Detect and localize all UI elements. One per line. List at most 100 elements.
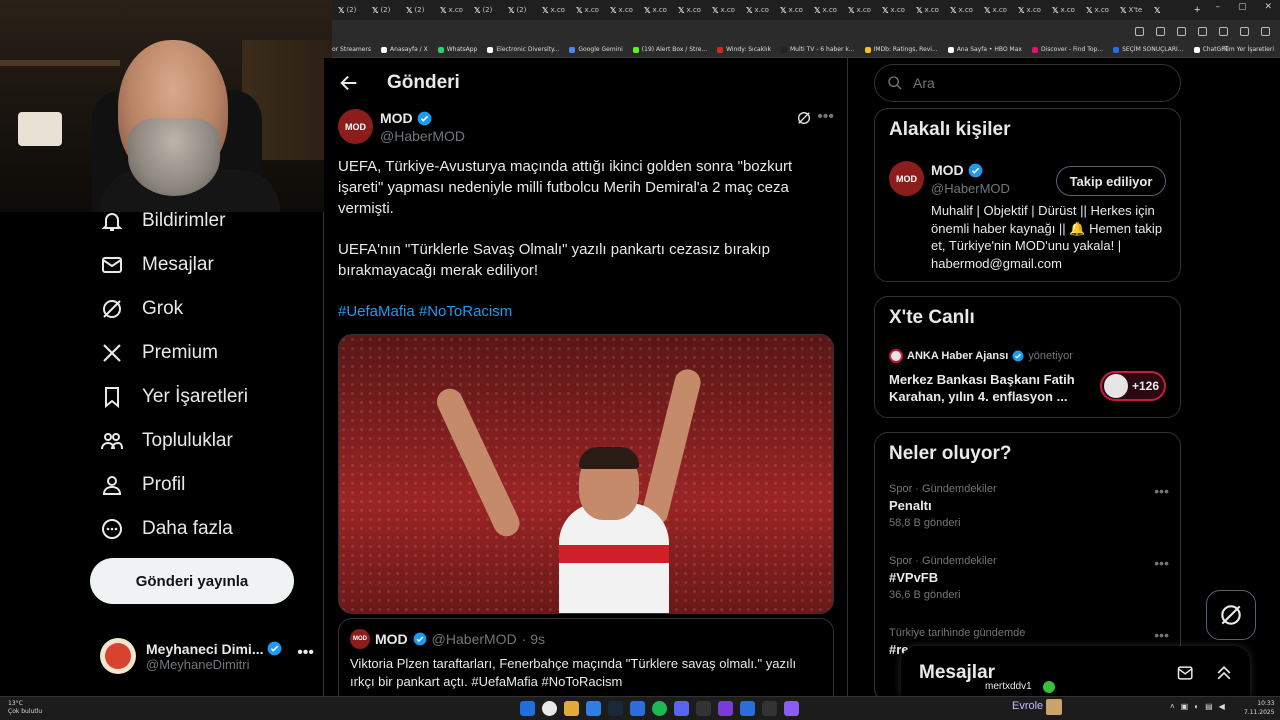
app-icon[interactable] <box>630 701 645 716</box>
browser-tab[interactable]: 𝕏x.co <box>1086 2 1120 18</box>
close-icon[interactable]: ✕ <box>1264 2 1272 12</box>
browser-tab[interactable]: 𝕏x.co <box>610 2 644 18</box>
extensions-icon[interactable] <box>1219 26 1228 36</box>
steam-icon[interactable] <box>608 701 623 716</box>
bookmark-item[interactable]: (19) Alert Box / Stre... <box>632 46 707 53</box>
new-message-icon[interactable] <box>1176 663 1196 683</box>
avatar[interactable]: MOD <box>338 109 373 144</box>
avatar[interactable]: MOD <box>889 161 924 196</box>
nav-item-premium[interactable]: Premium <box>100 338 218 368</box>
more-icon[interactable]: ••• <box>1154 483 1169 499</box>
zoom-icon[interactable] <box>1156 26 1165 36</box>
author-name[interactable]: MOD <box>380 110 413 126</box>
nav-item-topluluklar[interactable]: Topluluklar <box>100 426 233 456</box>
browser-tab[interactable]: 𝕏 (2) <box>508 2 542 18</box>
browser-tab[interactable]: 𝕏x.co <box>848 2 882 18</box>
bookmark-item[interactable]: IMDb: Ratings, Revi... <box>864 46 938 53</box>
author-handle[interactable]: @HaberMOD <box>380 128 465 144</box>
back-arrow-icon[interactable] <box>338 72 360 94</box>
search-input[interactable] <box>913 75 1173 91</box>
all-bookmarks-button[interactable]: Tüm Yer İşaretleri <box>1222 46 1274 53</box>
more-icon[interactable]: ••• <box>297 644 314 662</box>
post-hashtags[interactable]: #UefaMafia #NoToRacism <box>338 301 808 322</box>
browser-tab[interactable]: 𝕏x.co <box>780 2 814 18</box>
discord-icon[interactable] <box>674 701 689 716</box>
minimize-icon[interactable]: – <box>1215 2 1220 12</box>
messages-drawer[interactable]: Mesajlar <box>901 646 1250 696</box>
cast-icon[interactable] <box>1135 26 1144 36</box>
system-tray[interactable]: ˄ ▣ ◐ ▤ ◀ <box>1170 702 1225 711</box>
browser-tab[interactable]: 𝕏x.co <box>440 2 474 18</box>
bookmark-item[interactable]: SEÇİM SONUÇLARI... <box>1113 46 1184 53</box>
browser-tab[interactable]: 𝕏 (2) <box>372 2 406 18</box>
nav-item-daha-fazla[interactable]: Daha fazla <box>100 514 233 544</box>
search-box[interactable] <box>874 64 1181 102</box>
browser-tab[interactable]: 𝕏x.co <box>814 2 848 18</box>
more-icon[interactable]: ••• <box>1154 627 1169 643</box>
bookmark-item[interactable]: Ana Sayfa • HBO Max <box>947 46 1022 53</box>
browser-tab[interactable]: 𝕏x.co <box>916 2 950 18</box>
bookmark-item[interactable]: WhatsApp <box>437 46 477 53</box>
browser-tab[interactable]: 𝕏x.co <box>746 2 780 18</box>
browser-tab[interactable]: 𝕏 (2) <box>406 2 440 18</box>
browser-tab[interactable]: 𝕏 (2) <box>338 2 372 18</box>
browser-tab[interactable]: 𝕏 (2) <box>474 2 508 18</box>
bookmark-item[interactable]: Anasayfa / X <box>381 46 428 53</box>
grok-icon[interactable] <box>796 110 812 126</box>
live-card[interactable]: X'te Canlı ANKA Haber Ajansı yönetiyor M… <box>874 296 1181 418</box>
expand-icon[interactable] <box>1214 663 1234 683</box>
weather-widget[interactable]: 13°C Çok bulutlu <box>8 700 42 716</box>
browser-tab[interactable]: 𝕏x.co <box>678 2 712 18</box>
trend-item[interactable]: Spor · Gündemdekiler Penaltı 58,8 B gönder… <box>889 483 1169 529</box>
browser-tab[interactable]: 𝕏x.co <box>1018 2 1052 18</box>
menu-icon[interactable] <box>1261 26 1270 36</box>
profile-icon[interactable] <box>1240 26 1249 36</box>
browser-tab[interactable]: 𝕏x.co <box>542 2 576 18</box>
browser-tab[interactable]: 𝕏x.co <box>1052 2 1086 18</box>
browser-tab[interactable]: 𝕏 X'te <box>1120 2 1154 18</box>
bookmark-item[interactable]: Multi TV - 6 haber k... <box>780 46 855 53</box>
app-icon[interactable] <box>696 701 711 716</box>
more-icon[interactable]: ••• <box>817 108 834 126</box>
browser-tab[interactable]: 𝕏x.co <box>950 2 984 18</box>
bookmark-item[interactable]: Discover - Find Top... <box>1031 46 1103 53</box>
browser-tab[interactable]: 𝕏x.co <box>576 2 610 18</box>
new-tab-button[interactable]: + <box>1194 4 1200 16</box>
tray-app-icon[interactable]: ▣ <box>1181 702 1189 711</box>
tray-chevron-icon[interactable]: ˄ <box>1170 702 1175 711</box>
clock[interactable]: 10:33 7.11.2025 <box>1244 699 1275 717</box>
network-icon[interactable]: ▤ <box>1205 702 1213 711</box>
account-switcher[interactable]: Meyhaneci Dimi... @MeyhaneDimitri ••• <box>100 636 314 676</box>
browser-tab[interactable]: 𝕏x.co <box>882 2 916 18</box>
following-button[interactable]: Takip ediliyor <box>1056 166 1166 196</box>
bookmark-item[interactable]: Google Gemini <box>569 46 623 53</box>
quoted-post[interactable]: MOD MOD @HaberMOD · 9s Viktoria Plzen ta… <box>338 618 834 696</box>
app-icon[interactable] <box>762 701 777 716</box>
related-handle[interactable]: @HaberMOD <box>931 181 1010 196</box>
tray-app-icon[interactable]: ◐ <box>1194 702 1199 711</box>
post-button[interactable]: Gönderi yayınla <box>90 558 294 604</box>
chrome-icon[interactable] <box>542 701 557 716</box>
nav-item-bildirimler[interactable]: Bildirimler <box>100 206 225 236</box>
related-name[interactable]: MOD <box>931 162 964 178</box>
browser-tab[interactable]: 𝕏x.co <box>712 2 746 18</box>
live-listeners-badge[interactable]: +126 <box>1100 371 1166 401</box>
volume-icon[interactable]: ◀ <box>1219 702 1225 711</box>
bookmark-item[interactable]: or Streamers <box>332 46 371 53</box>
bookmark-item[interactable]: Electronic Diversity... <box>487 46 559 53</box>
grok-floating-button[interactable] <box>1206 590 1256 640</box>
post-image[interactable] <box>338 334 834 614</box>
folder-icon[interactable] <box>564 701 579 716</box>
nav-item-profil[interactable]: Profil <box>100 470 185 500</box>
browser-tab[interactable]: 𝕏x.co <box>644 2 678 18</box>
app-icon[interactable] <box>586 701 601 716</box>
app-icon[interactable] <box>784 701 799 716</box>
share-icon[interactable] <box>1177 26 1186 36</box>
maximize-icon[interactable]: ▢ <box>1238 2 1247 12</box>
app-icon[interactable] <box>718 701 733 716</box>
bookmark-star-icon[interactable] <box>1198 26 1207 36</box>
browser-tab[interactable]: 𝕏 <box>1154 2 1188 18</box>
app-icon[interactable] <box>740 701 755 716</box>
nav-item-mesajlar[interactable]: Mesajlar <box>100 250 214 280</box>
bookmark-item[interactable]: Windy: Sıcaklık <box>717 46 771 53</box>
